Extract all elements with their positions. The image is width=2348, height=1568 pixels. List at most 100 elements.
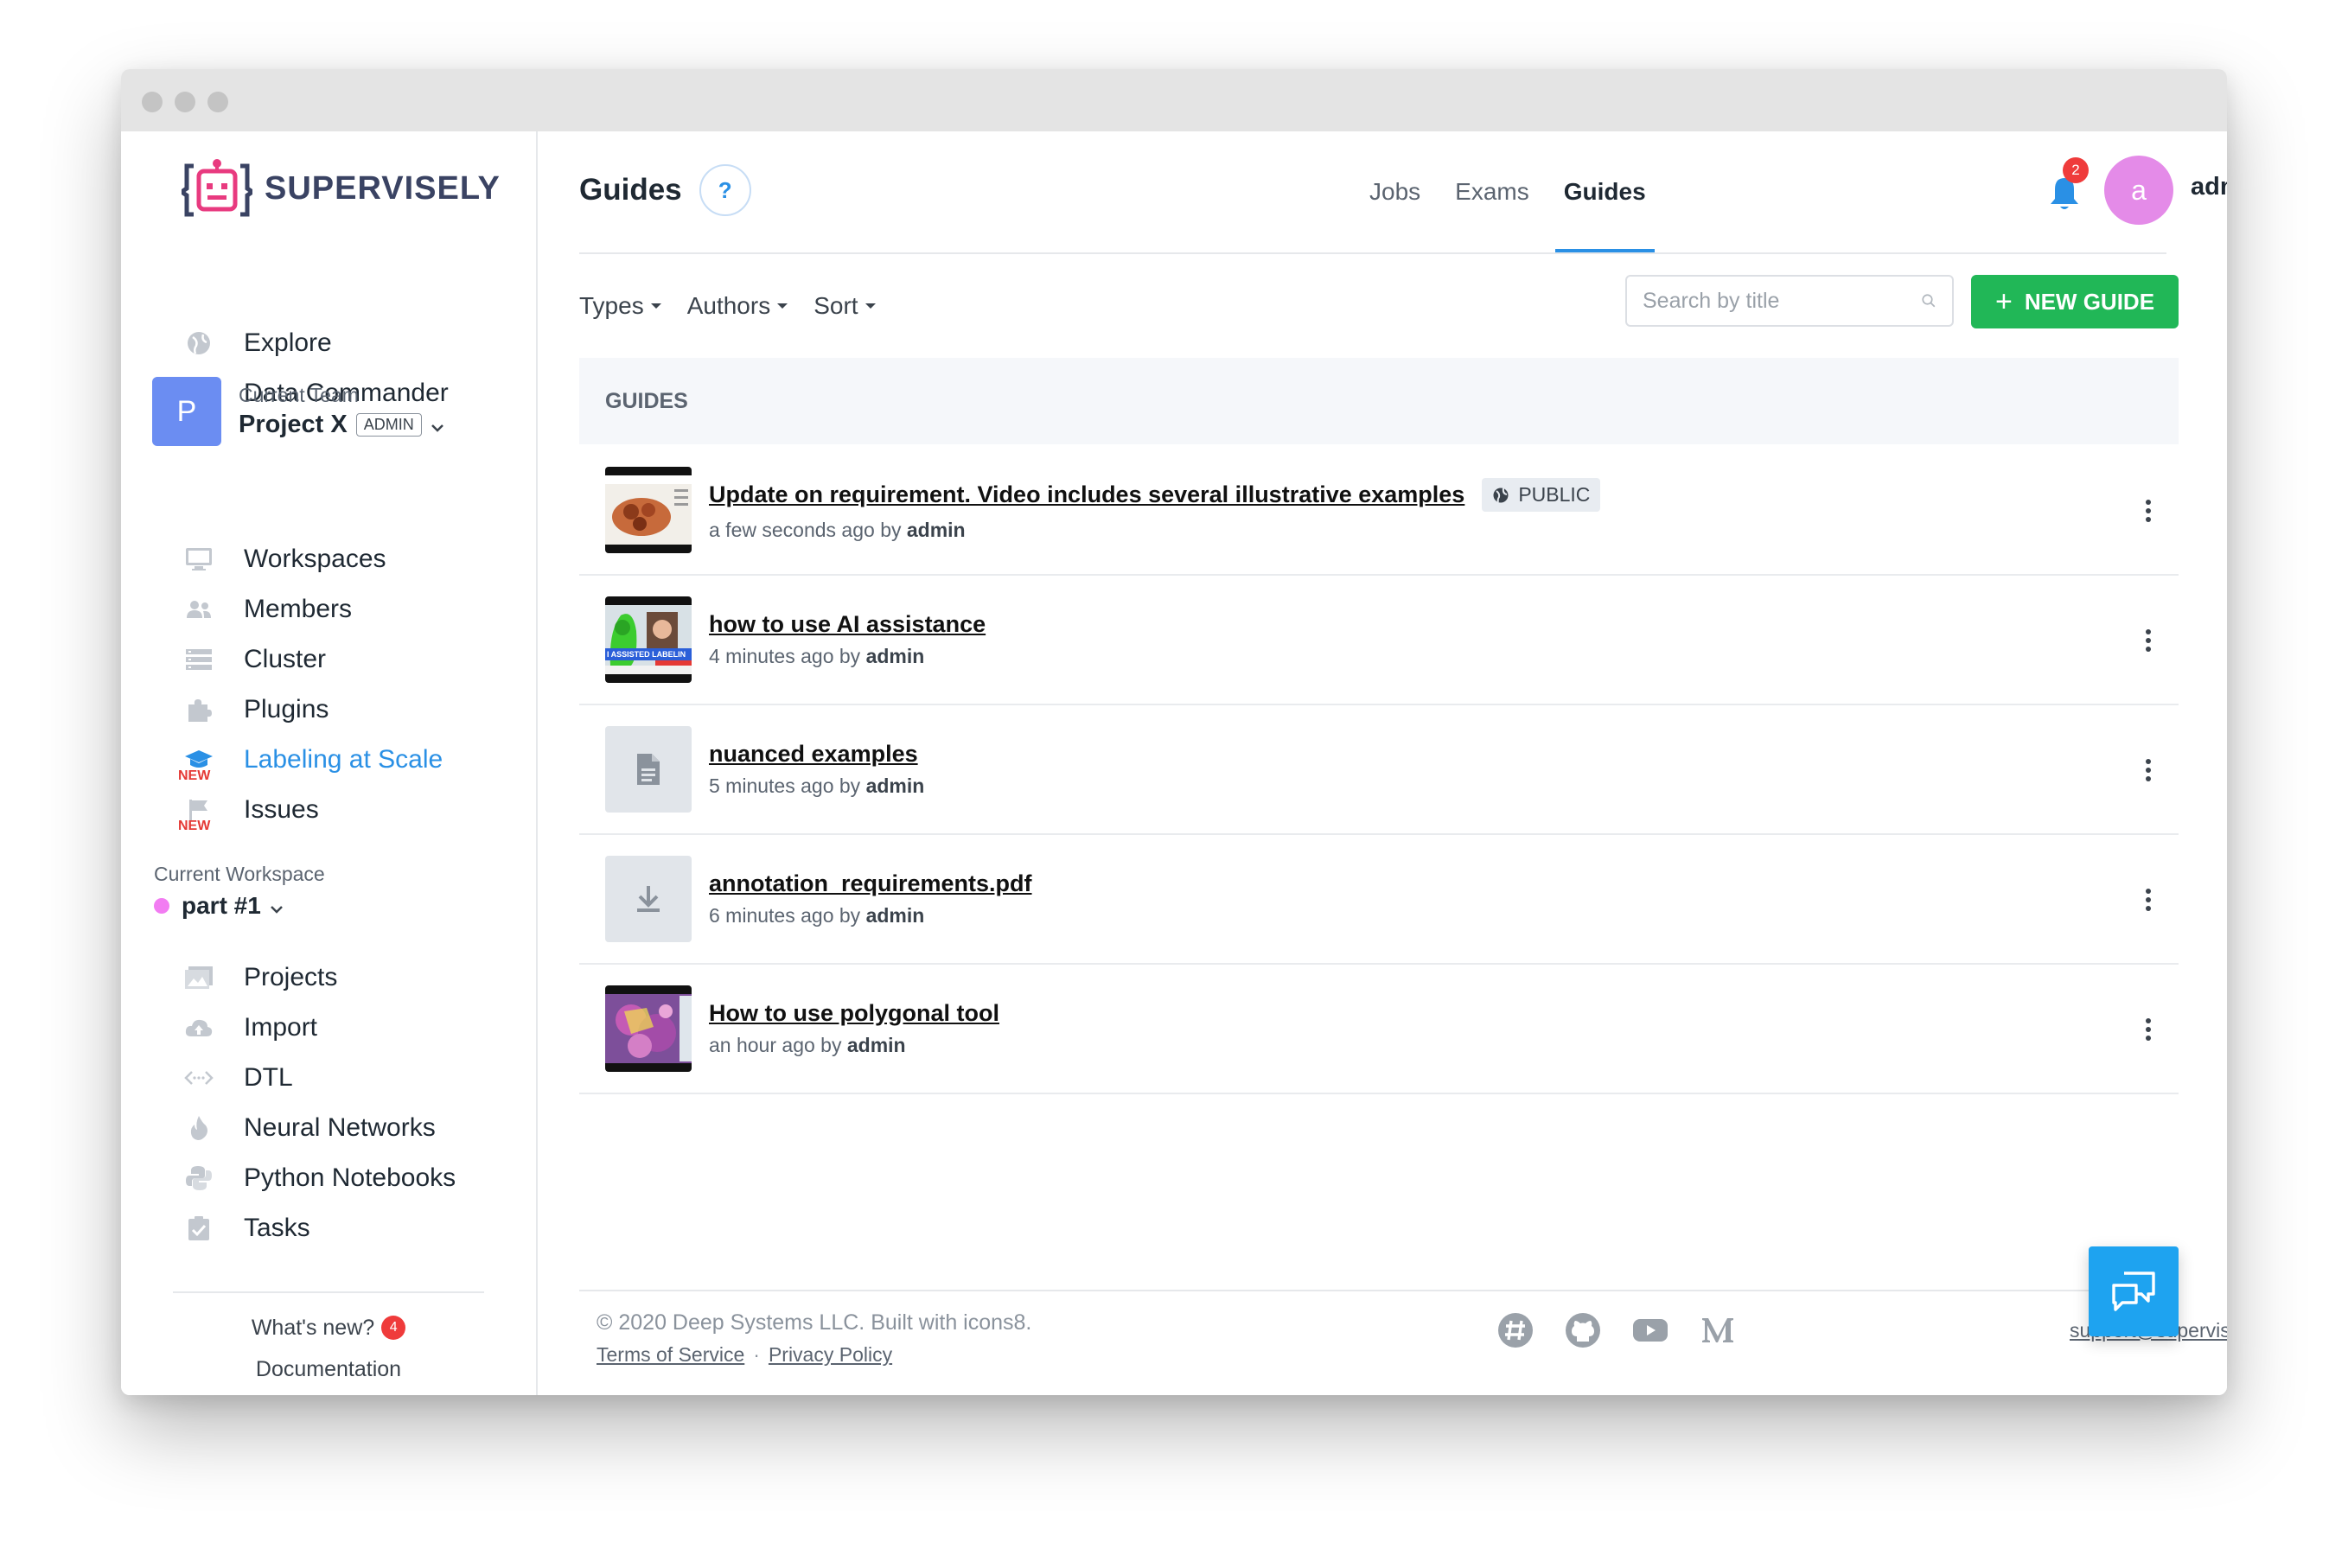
file-thumbnail[interactable] xyxy=(605,856,692,942)
nav-dtl-label: DTL xyxy=(244,1063,293,1092)
tab-guides[interactable]: Guides xyxy=(1547,131,1663,252)
window-maximize-dot[interactable] xyxy=(207,92,228,112)
github-icon[interactable] xyxy=(1563,1310,1603,1350)
youtube-icon[interactable] xyxy=(1630,1310,1670,1350)
sidebar: SUPERVISELY Explore Data Commander P Cur… xyxy=(121,131,538,1395)
list-item[interactable]: I ASSISTED LABELIN how to use AI assista… xyxy=(579,576,2179,705)
filter-authors[interactable]: Authors xyxy=(687,292,788,320)
help-button[interactable]: ? xyxy=(699,164,751,216)
flag-icon: NEW xyxy=(178,793,216,833)
new-badge: NEW xyxy=(178,768,211,783)
list-item[interactable]: nuanced examples 5 minutes ago by admin xyxy=(579,705,2179,835)
chat-bubbles-icon xyxy=(2112,1272,2155,1311)
tab-exams[interactable]: Exams xyxy=(1438,131,1547,252)
guide-author: admin xyxy=(906,519,966,541)
video-thumbnail[interactable] xyxy=(605,985,692,1072)
app-window: SUPERVISELY Explore Data Commander P Cur… xyxy=(121,69,2227,1395)
python-icon xyxy=(182,1161,216,1195)
caret-down-icon xyxy=(650,303,661,309)
nav-import-label: Import xyxy=(244,1013,318,1042)
nav-labeling-at-scale[interactable]: NEW Labeling at Scale xyxy=(178,738,443,783)
more-options-icon[interactable] xyxy=(2135,1008,2161,1051)
notifications-count: 2 xyxy=(2063,157,2089,183)
guide-title-link[interactable]: nuanced examples xyxy=(709,741,918,768)
whats-new-link[interactable]: What's new? 4 xyxy=(121,1316,536,1341)
filter-sort[interactable]: Sort xyxy=(814,292,876,320)
nav-issues[interactable]: NEW Issues xyxy=(178,788,319,833)
list-item[interactable]: annotation_requirements.pdf 6 minutes ag… xyxy=(579,835,2179,965)
public-badge: PUBLIC xyxy=(1482,478,1601,512)
nav-members-label: Members xyxy=(244,595,353,623)
guide-title-link[interactable]: Update on requirement. Video includes se… xyxy=(709,481,1464,508)
filter-types-label: Types xyxy=(579,292,644,319)
search-input[interactable] xyxy=(1643,288,1921,314)
images-icon xyxy=(182,960,216,995)
guide-author: admin xyxy=(846,1034,906,1056)
guide-by: by xyxy=(880,519,902,541)
nav-plugins-label: Plugins xyxy=(244,695,329,723)
nav-tasks-label: Tasks xyxy=(244,1214,310,1242)
window-minimize-dot[interactable] xyxy=(175,92,195,112)
download-icon xyxy=(637,886,660,912)
more-options-icon[interactable] xyxy=(2135,878,2161,921)
tab-jobs[interactable]: Jobs xyxy=(1352,131,1438,252)
guide-title-link[interactable]: annotation_requirements.pdf xyxy=(709,870,1032,897)
guide-time: 6 minutes ago xyxy=(709,904,834,927)
guide-by: by xyxy=(839,904,861,927)
chat-button[interactable] xyxy=(2089,1246,2179,1336)
team-selector[interactable]: P Current Team Project X ADMIN xyxy=(152,377,444,446)
page-title: Guides xyxy=(579,173,682,207)
public-badge-label: PUBLIC xyxy=(1518,483,1591,506)
header-divider xyxy=(579,252,2166,254)
filter-types[interactable]: Types xyxy=(579,292,661,320)
new-guide-button[interactable]: + NEW GUIDE xyxy=(1971,275,2179,328)
workspace-selector[interactable]: part #1 xyxy=(154,892,284,920)
nav-tasks[interactable]: Tasks xyxy=(182,1207,310,1250)
medium-icon[interactable] xyxy=(1698,1310,1738,1350)
list-item[interactable]: Update on requirement. Video includes se… xyxy=(579,446,2179,576)
nav-members[interactable]: Members xyxy=(182,588,352,631)
guide-by: by xyxy=(839,774,861,797)
video-thumbnail[interactable] xyxy=(605,467,692,553)
video-thumbnail[interactable]: I ASSISTED LABELIN xyxy=(605,596,692,683)
team-name: Project X xyxy=(239,411,348,438)
flame-icon xyxy=(182,1111,216,1145)
nav-cluster-label: Cluster xyxy=(244,645,327,673)
guide-title-link[interactable]: How to use polygonal tool xyxy=(709,1000,999,1027)
workspace-label: Current Workspace xyxy=(154,863,325,885)
nav-explore[interactable]: Explore xyxy=(182,322,332,365)
avatar[interactable]: a xyxy=(2104,156,2173,225)
nav-cluster[interactable]: Cluster xyxy=(182,638,326,681)
nav-plugins[interactable]: Plugins xyxy=(182,688,329,731)
filter-sort-label: Sort xyxy=(814,292,858,319)
nav-issues-label: Issues xyxy=(244,795,319,824)
social-links xyxy=(1496,1310,1765,1350)
workspace-name: part #1 xyxy=(182,892,261,919)
nav-python-notebooks-label: Python Notebooks xyxy=(244,1163,456,1192)
guide-title-link[interactable]: how to use AI assistance xyxy=(709,611,986,638)
slack-icon[interactable] xyxy=(1496,1310,1535,1350)
document-thumbnail[interactable] xyxy=(605,726,692,813)
list-item[interactable]: How to use polygonal tool an hour ago by… xyxy=(579,965,2179,1094)
nav-explore-label: Explore xyxy=(244,328,332,357)
more-options-icon[interactable] xyxy=(2135,489,2161,532)
user-menu[interactable]: admin xyxy=(2191,173,2227,201)
filter-authors-label: Authors xyxy=(686,292,771,319)
terms-link[interactable]: Terms of Service xyxy=(597,1343,744,1366)
nav-projects[interactable]: Projects xyxy=(182,956,337,999)
more-options-icon[interactable] xyxy=(2135,619,2161,662)
logo[interactable]: SUPERVISELY xyxy=(182,157,501,220)
window-close-dot[interactable] xyxy=(142,92,163,112)
privacy-link[interactable]: Privacy Policy xyxy=(769,1343,892,1366)
more-options-icon[interactable] xyxy=(2135,749,2161,792)
nav-import[interactable]: Import xyxy=(182,1006,317,1049)
documentation-link[interactable]: Documentation xyxy=(121,1357,536,1382)
nav-neural-networks[interactable]: Neural Networks xyxy=(182,1106,436,1150)
nav-workspaces[interactable]: Workspaces xyxy=(182,538,386,581)
nav-python-notebooks[interactable]: Python Notebooks xyxy=(182,1157,456,1200)
team-role-badge: ADMIN xyxy=(355,413,422,437)
nav-labeling-at-scale-label: Labeling at Scale xyxy=(244,745,443,774)
new-badge: NEW xyxy=(178,819,211,833)
puzzle-icon xyxy=(182,692,216,727)
nav-dtl[interactable]: DTL xyxy=(182,1056,293,1100)
